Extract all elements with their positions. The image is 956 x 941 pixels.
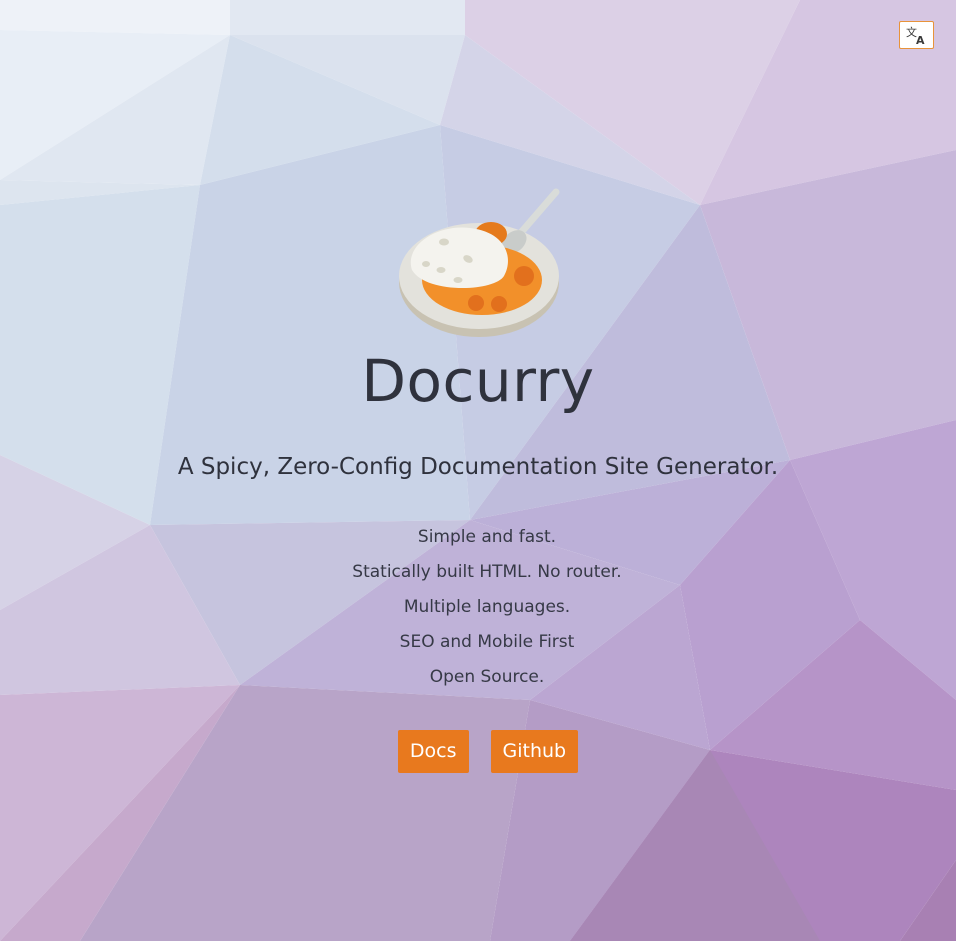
feature-item: Open Source. (429, 667, 545, 687)
feature-item: Statically built HTML. No router. (352, 562, 622, 582)
github-button[interactable]: Github (490, 730, 579, 773)
curry-rice-icon (399, 188, 560, 337)
feature-item: Simple and fast. (417, 527, 557, 547)
site-tagline: A Spicy, Zero-Config Documentation Site … (177, 454, 779, 480)
docs-button[interactable]: Docs (397, 730, 469, 773)
svg-text:A: A (916, 34, 925, 45)
language-switch-button[interactable]: 文 A (899, 21, 934, 49)
feature-list: Simple and fast. Statically built HTML. … (0, 520, 956, 695)
action-buttons: Docs Github (0, 730, 956, 773)
feature-item: SEO and Mobile First (399, 632, 575, 652)
translate-icon: 文 A (906, 25, 925, 45)
landing-page: 文 A Docurry A Spicy, Zero-Config Documen… (0, 0, 956, 941)
site-title: Docurry (361, 347, 595, 415)
feature-item: Multiple languages. (403, 597, 571, 617)
